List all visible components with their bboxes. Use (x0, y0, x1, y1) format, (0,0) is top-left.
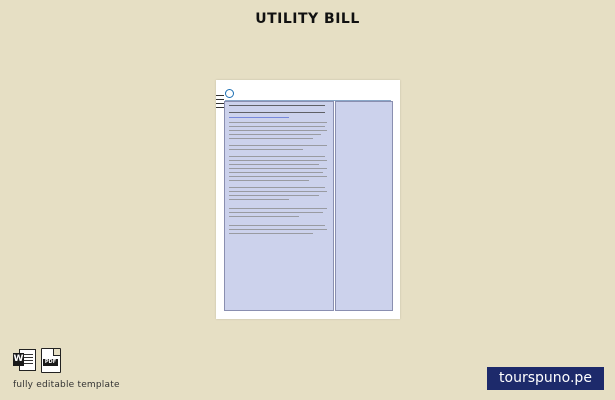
page-title: UTILITY BILL (255, 11, 360, 27)
site-badge[interactable]: tourspuno.pe (487, 367, 604, 390)
bill-side-column (335, 101, 393, 311)
pdf-icon[interactable]: PDF (41, 348, 61, 373)
menu-icon[interactable] (216, 95, 224, 111)
format-icons: W PDF (13, 348, 61, 373)
bill-main-column (224, 101, 334, 311)
bill-preview (216, 80, 400, 319)
company-logo-icon (225, 89, 234, 98)
word-icon[interactable]: W (13, 348, 36, 372)
template-caption: fully editable template (13, 380, 120, 390)
